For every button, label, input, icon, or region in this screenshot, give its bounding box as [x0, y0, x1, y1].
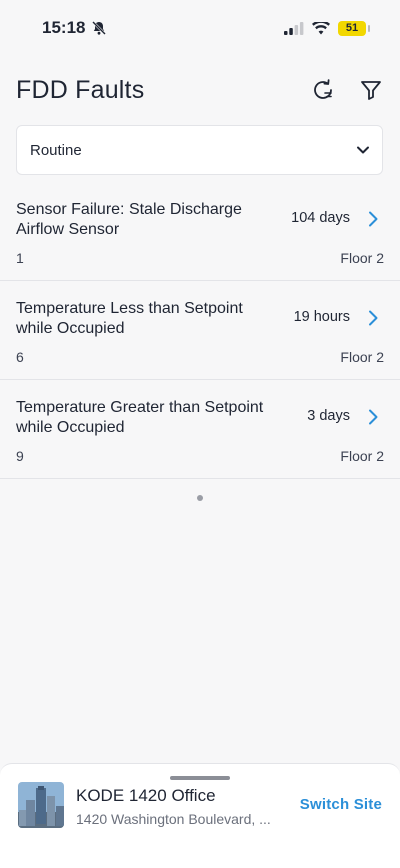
- filter-button[interactable]: [358, 77, 384, 103]
- fault-list-item[interactable]: Sensor Failure: Stale Discharge Airflow …: [0, 182, 400, 281]
- chevron-down-icon: [357, 146, 369, 154]
- priority-dropdown[interactable]: Routine: [16, 125, 383, 175]
- battery-level: 51: [345, 22, 359, 34]
- header: FDD Faults: [16, 70, 384, 110]
- dropdown-selected-value: Routine: [30, 141, 82, 159]
- status-time: 15:18: [42, 18, 86, 37]
- site-bottom-sheet: KODE 1420 Office 1420 Washington Bouleva…: [0, 763, 400, 868]
- switch-site-button[interactable]: Switch Site: [300, 796, 382, 813]
- fault-list-item[interactable]: Temperature Less than Setpoint while Occ…: [0, 281, 400, 380]
- wifi-icon: [312, 21, 330, 34]
- fault-floor: Floor 2: [340, 250, 384, 266]
- site-name: KODE 1420 Office: [76, 786, 216, 805]
- site-address: 1420 Washington Boulevard, ...: [76, 811, 271, 827]
- fault-list-item[interactable]: Temperature Greater than Setpoint while …: [0, 380, 400, 479]
- cellular-icon: [284, 21, 304, 35]
- fault-age: 19 hours: [293, 309, 350, 325]
- fault-floor: Floor 2: [340, 349, 384, 365]
- chevron-right-icon: [369, 310, 378, 326]
- battery-icon: 51: [338, 20, 370, 36]
- refresh-icon: [314, 79, 332, 99]
- chevron-right-icon: [369, 409, 378, 425]
- bell-slash-icon: [92, 21, 107, 35]
- status-bar: 15:18 51: [0, 0, 400, 56]
- fault-count: 6: [16, 349, 24, 365]
- page-indicator-dot: [197, 495, 203, 501]
- fault-age: 3 days: [307, 408, 350, 424]
- site-thumbnail: [18, 782, 64, 828]
- fault-count: 9: [16, 448, 24, 464]
- fault-title: Sensor Failure: Stale Discharge Airflow …: [16, 201, 242, 238]
- page-title: FDD Faults: [16, 75, 145, 104]
- fault-list: Sensor Failure: Stale Discharge Airflow …: [0, 182, 400, 479]
- fault-title: Temperature Less than Setpoint while Occ…: [16, 300, 243, 337]
- fault-floor: Floor 2: [340, 448, 384, 464]
- filter-icon: [361, 81, 381, 100]
- refresh-button[interactable]: [310, 77, 336, 103]
- building-image-icon: [18, 782, 64, 828]
- fault-age: 104 days: [291, 210, 350, 226]
- fault-title: Temperature Greater than Setpoint while …: [16, 399, 264, 436]
- chevron-right-icon: [369, 211, 378, 227]
- sheet-grabber-handle[interactable]: [170, 776, 230, 780]
- fault-count: 1: [16, 250, 24, 266]
